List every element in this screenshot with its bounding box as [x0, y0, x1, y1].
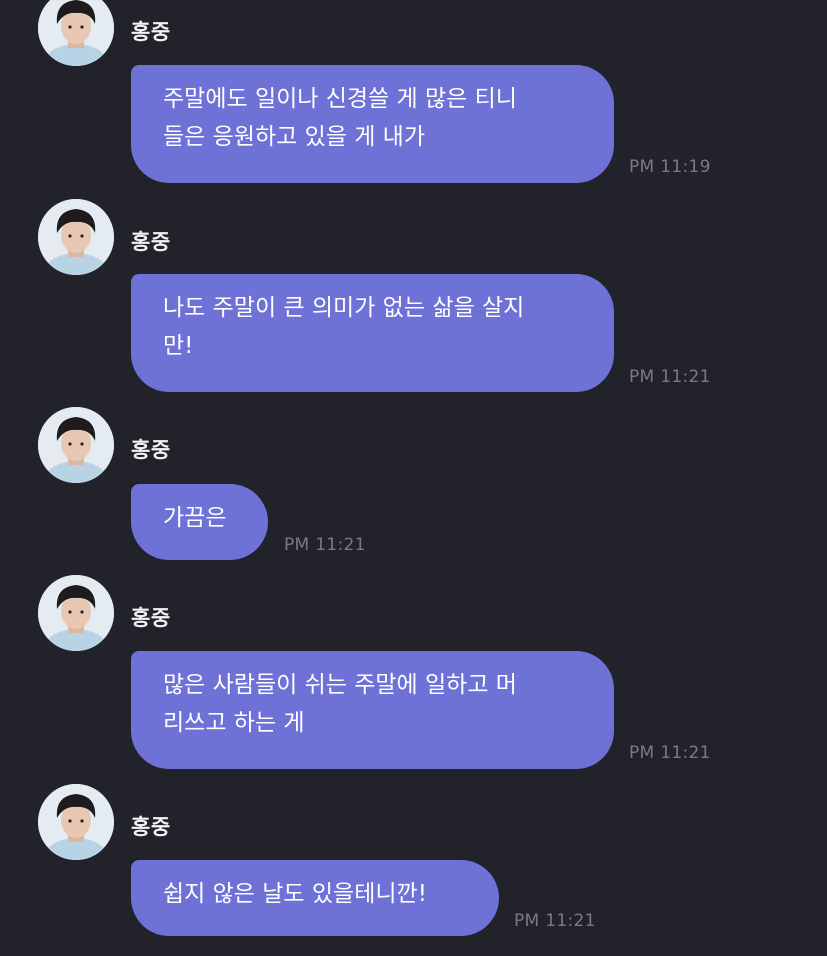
- message-timestamp: PM 11:21: [514, 911, 596, 931]
- sender-avatar[interactable]: [38, 407, 114, 483]
- chat-message-list[interactable]: 홍중 주말에도 일이나 신경쓸 게 많은 티니 들은 응원하고 있을 게 내가 …: [0, 0, 827, 956]
- sender-avatar[interactable]: [38, 784, 114, 860]
- sender-name: 홍중: [131, 438, 171, 462]
- profile-photo-avatar-icon: [38, 784, 114, 860]
- message-bubble[interactable]: 쉽지 않은 날도 있을테니깐!: [131, 860, 499, 936]
- message-bubble[interactable]: 나도 주말이 큰 의미가 없는 삶을 살지 만!: [131, 274, 614, 392]
- sender-avatar[interactable]: [38, 0, 114, 66]
- profile-photo-avatar-icon: [38, 199, 114, 275]
- profile-photo-avatar-icon: [38, 407, 114, 483]
- sender-name: 홍중: [131, 20, 171, 44]
- message-timestamp: PM 11:21: [284, 535, 366, 555]
- message-timestamp: PM 11:21: [629, 743, 711, 763]
- profile-photo-avatar-icon: [38, 575, 114, 651]
- sender-name: 홍중: [131, 815, 171, 839]
- message-bubble[interactable]: 가끔은: [131, 484, 268, 560]
- message-timestamp: PM 11:21: [629, 367, 711, 387]
- sender-avatar[interactable]: [38, 575, 114, 651]
- message-bubble[interactable]: 주말에도 일이나 신경쓸 게 많은 티니 들은 응원하고 있을 게 내가: [131, 65, 614, 183]
- profile-photo-avatar-icon: [38, 0, 114, 66]
- message-bubble[interactable]: 많은 사람들이 쉬는 주말에 일하고 머 리쓰고 하는 게: [131, 651, 614, 769]
- sender-name: 홍중: [131, 230, 171, 254]
- sender-name: 홍중: [131, 606, 171, 630]
- sender-avatar[interactable]: [38, 199, 114, 275]
- message-timestamp: PM 11:19: [629, 157, 711, 177]
